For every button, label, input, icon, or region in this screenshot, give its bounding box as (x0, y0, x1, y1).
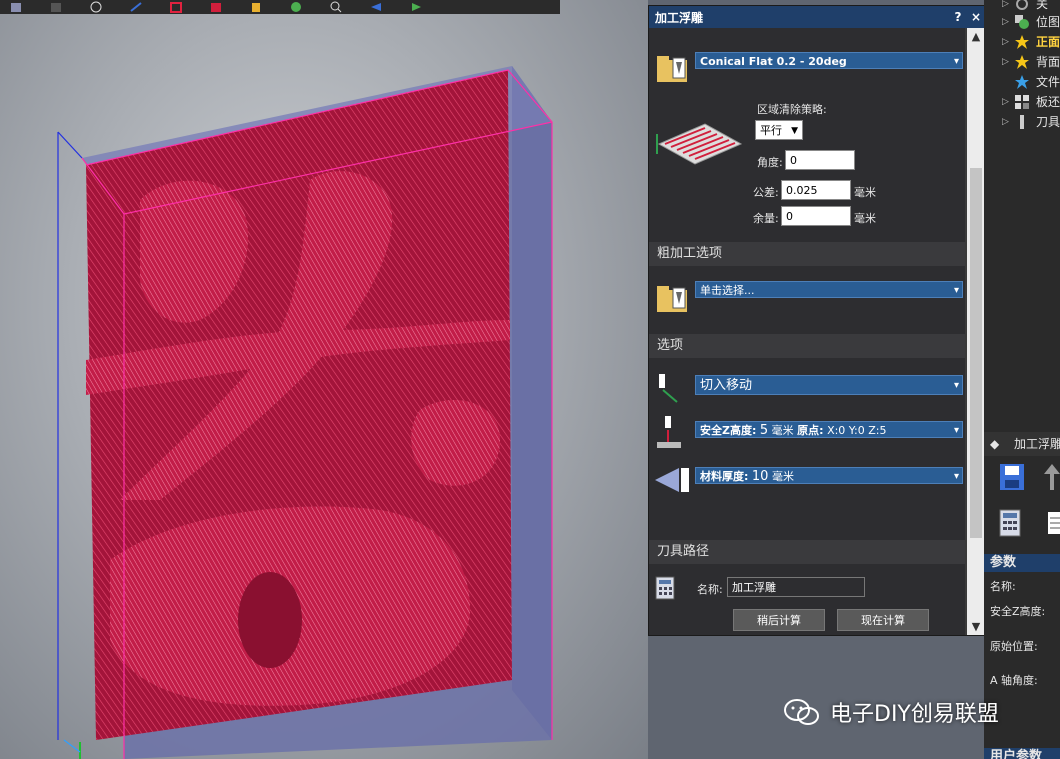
safe-z-value: 5 (759, 423, 769, 438)
grid-icon (1014, 94, 1030, 110)
chevron-down-icon: ▾ (953, 425, 959, 436)
name-label: 名称: (697, 583, 723, 596)
raster-strategy-icon (655, 114, 745, 174)
scroll-thumb[interactable] (970, 168, 982, 538)
dialog-content: Conical Flat 0.2 - 20deg ▾ 区域清除策略: 平行 ▼ 角度… (649, 28, 965, 635)
allowance-unit: 毫米 (854, 212, 876, 225)
angle-label: 角度: (757, 156, 783, 169)
tool-folder-icon[interactable] (655, 52, 691, 84)
expand-icon[interactable]: ▷ (1002, 32, 1009, 52)
chevron-down-icon: ▾ (953, 56, 959, 67)
right-panel: ▷ 关 ▷ 位图 ▷ 正面 ▷ 背面 文件 ▷ 板还 ▷ 刀具 ◆ 加工浮雕 参… (984, 0, 1060, 759)
star-icon (1014, 34, 1030, 50)
tree-label: 文件 (1036, 75, 1060, 89)
watermark-text: 电子DIY创易联盟 (830, 702, 999, 727)
material-unit: 毫米 (771, 470, 794, 483)
strategy-select[interactable]: 平行 ▼ (755, 120, 803, 140)
material-value: 10 (751, 469, 769, 484)
safe-z-label: 安全Z高度: (700, 424, 757, 437)
param-safe-z-label: 安全Z高度: (990, 605, 1046, 618)
dialog-title: 加工浮雕 (655, 10, 704, 25)
tree-label: 位图 (1036, 15, 1060, 29)
tree-label: 正面 (1036, 35, 1060, 49)
calculator-icon (655, 576, 675, 600)
3d-viewport[interactable] (0, 0, 648, 759)
expand-icon[interactable]: ▷ (1002, 12, 1009, 32)
param-origin-label: 原始位置: (990, 640, 1038, 653)
tree-label: 板还 (1036, 95, 1060, 109)
strategy-label: 区域清除策略: (757, 103, 827, 116)
circle-icon (1014, 14, 1030, 30)
calculator-icon[interactable] (998, 508, 1022, 538)
tolerance-input[interactable]: 0.025 (781, 180, 851, 200)
expand-icon[interactable]: ▷ (1002, 112, 1009, 132)
angle-input[interactable]: 0 (785, 150, 855, 170)
tree-label: 背面 (1036, 55, 1060, 69)
save-icon[interactable] (998, 462, 1026, 492)
safe-z-unit: 毫米 (771, 424, 794, 437)
user-params-header[interactable]: 用户参数 (984, 748, 1060, 759)
relief-flower (411, 400, 500, 486)
lead-in-dropdown[interactable]: 切入移动 ▾ (695, 375, 963, 395)
relief-model (57, 66, 553, 759)
rough-tool-dropdown[interactable]: 单击选择... ▾ (695, 281, 963, 298)
wechat-icon (784, 699, 819, 725)
calculate-now-button[interactable]: 现在计算 (837, 609, 929, 631)
relief-rock-hole (238, 572, 302, 668)
material-label: 材料厚度: (700, 470, 749, 483)
params-header[interactable]: 参数 (984, 554, 1060, 572)
tool-name: Conical Flat 0.2 - 20deg (700, 55, 847, 68)
dialog-titlebar[interactable]: 加工浮雕 ? × (649, 6, 985, 28)
chevron-down-icon: ▾ (953, 380, 959, 391)
calculate-later-button[interactable]: 稍后计算 (733, 609, 825, 631)
toolpath-header[interactable]: 刀具路径 (649, 540, 965, 564)
scroll-up-icon[interactable]: ▲ (967, 30, 985, 43)
relief-machining-dialog: 加工浮雕 ? × Conical Flat 0.2 - 20deg ▾ 区域清除策… (648, 5, 986, 636)
notepad-icon[interactable] (1046, 510, 1060, 536)
star-icon (1014, 54, 1030, 70)
chevron-down-icon: ▾ (953, 471, 959, 482)
origin-label: 原点: (797, 424, 824, 437)
tool-dropdown[interactable]: Conical Flat 0.2 - 20deg ▾ (695, 52, 963, 69)
scroll-down-icon[interactable]: ▼ (967, 620, 985, 633)
gear-icon (1014, 0, 1030, 12)
star-blue-icon (1014, 74, 1030, 90)
lead-in-icon (655, 372, 683, 404)
rough-tool-folder-icon[interactable] (655, 282, 691, 314)
expand-icon[interactable]: ▷ (1002, 92, 1009, 112)
watermark: 电子DIY创易联盟 (782, 696, 999, 728)
close-button[interactable]: × (967, 10, 985, 24)
allowance-label: 余量: (753, 212, 779, 225)
lead-in-value: 切入移动 (700, 378, 753, 393)
tree-label: 刀具 (1036, 115, 1060, 129)
rough-options-header[interactable]: 粗加工选项 (649, 242, 965, 266)
strategy-value: 平行 (760, 124, 782, 137)
material-thickness-icon (653, 464, 693, 496)
chevron-down-icon: ▼ (791, 126, 798, 136)
options-header[interactable]: 选项 (649, 334, 965, 358)
tolerance-unit: 毫米 (854, 186, 876, 199)
allowance-input[interactable]: 0 (781, 206, 851, 226)
panel-tab[interactable]: ◆ 加工浮雕 (984, 432, 1060, 456)
safe-z-dropdown[interactable]: 安全Z高度: 5 毫米 原点: X:0 Y:0 Z:5 ▾ (695, 421, 963, 438)
up-arrow-icon[interactable] (1044, 462, 1060, 492)
dialog-scrollbar[interactable]: ▲ ▼ (967, 28, 985, 635)
expand-icon[interactable]: ▷ (1002, 52, 1009, 72)
param-name-label: 名称: (990, 580, 1016, 593)
chevron-down-icon: ▾ (953, 285, 959, 296)
tolerance-label: 公差: (753, 186, 779, 199)
material-thickness-dropdown[interactable]: 材料厚度: 10 毫米 ▾ (695, 467, 963, 484)
param-a-axis-label: A 轴角度: (990, 674, 1038, 687)
relief-icon: ◆ (990, 437, 1000, 451)
tool-icon (1014, 114, 1030, 130)
toolpath-name-input[interactable]: 加工浮雕 (727, 577, 865, 597)
help-button[interactable]: ? (949, 10, 967, 24)
origin-value: X:0 Y:0 Z:5 (827, 424, 887, 437)
rough-tool-value: 单击选择... (700, 284, 755, 297)
safe-z-icon (655, 414, 683, 450)
panel-title: 加工浮雕 (1014, 437, 1060, 451)
